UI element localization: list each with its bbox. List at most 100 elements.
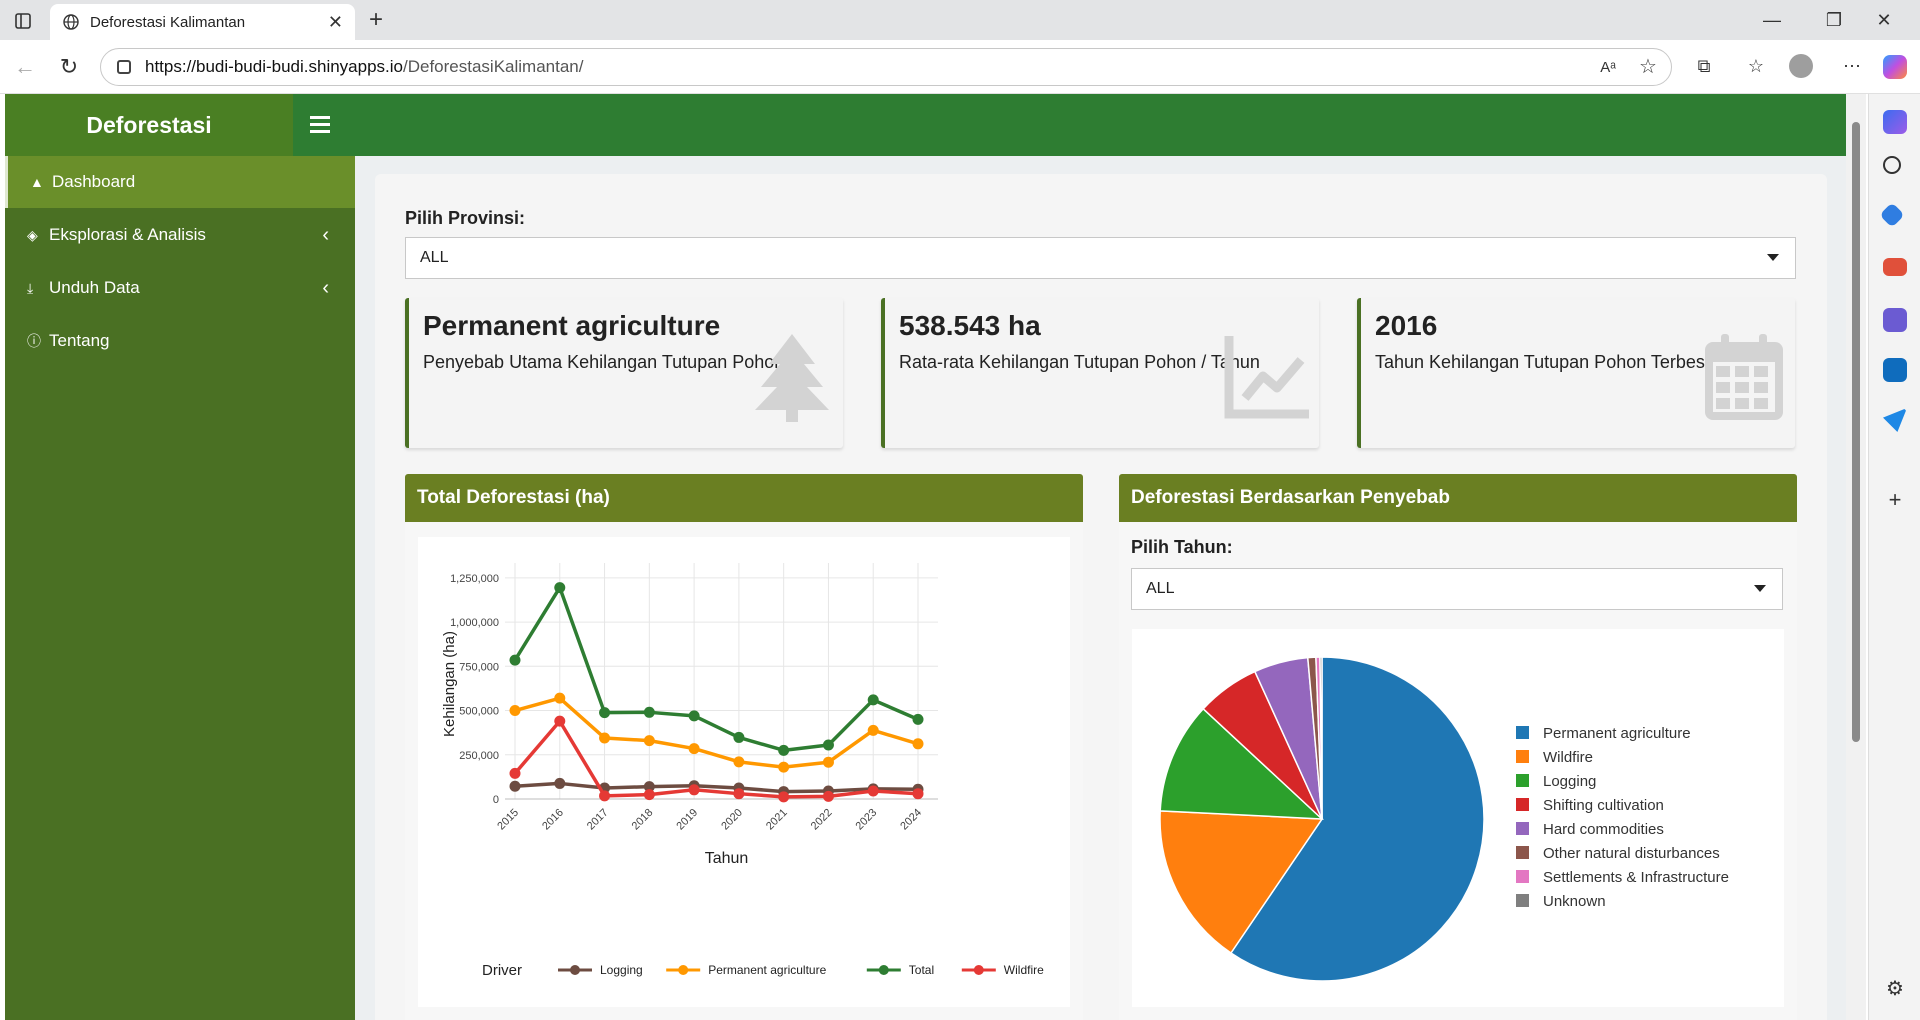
- legend-label: Wildfire: [1004, 963, 1044, 977]
- window-close-icon[interactable]: ✕: [1872, 10, 1896, 30]
- data-point: [643, 789, 655, 801]
- x-tick-label: 2016: [540, 807, 566, 833]
- new-tab-icon[interactable]: +: [364, 6, 388, 33]
- data-point: [643, 735, 655, 747]
- tab-title: Deforestasi Kalimantan: [90, 13, 246, 31]
- legend-swatch: [1516, 774, 1529, 787]
- legend-label: Wildfire: [1543, 749, 1593, 766]
- x-tick-label: 2024: [898, 807, 924, 833]
- reload-icon[interactable]: ↻: [56, 54, 82, 80]
- data-point: [554, 582, 566, 594]
- tab-close-icon[interactable]: ✕: [328, 12, 343, 33]
- toolbox-icon[interactable]: [1883, 258, 1907, 276]
- app-header: Deforestasi: [5, 94, 1846, 156]
- chevron-left-icon: ‹: [322, 223, 329, 246]
- minimize-icon[interactable]: —: [1760, 10, 1784, 30]
- data-point: [599, 707, 611, 719]
- value-box-peak-year: 2016 Tahun Kehilangan Tutupan Pohon Terb…: [1357, 298, 1795, 448]
- legend-swatch-dot: [878, 965, 889, 975]
- data-point: [822, 739, 834, 751]
- data-point: [912, 738, 924, 750]
- data-point: [778, 744, 790, 756]
- sidebar-item-eksplorasi[interactable]: ◈ Eksplorasi & Analisis ‹: [5, 209, 355, 261]
- search-icon[interactable]: [1883, 156, 1901, 174]
- value-box-subtitle: Rata-rata Kehilangan Tutupan Pohon / Tah…: [899, 352, 1260, 372]
- data-point: [509, 780, 521, 792]
- data-point: [912, 713, 924, 725]
- settings-gear-icon[interactable]: ⚙: [1883, 976, 1907, 1000]
- value-box-subtitle: Penyebab Utama Kehilangan Tutupan Pohon: [423, 352, 785, 372]
- legend-swatch: [1516, 750, 1529, 763]
- data-point: [643, 706, 655, 718]
- scrollbar-thumb[interactable]: [1852, 122, 1860, 742]
- panel-title: Deforestasi Berdasarkan Penyebab: [1119, 474, 1797, 522]
- tahun-label: Pilih Tahun:: [1131, 537, 1233, 557]
- data-point: [822, 790, 834, 802]
- legend-label: Logging: [600, 963, 643, 977]
- provinsi-select[interactable]: ALL: [405, 237, 1796, 279]
- url-host: https://budi-budi-budi.shinyapps.io: [145, 57, 403, 76]
- data-point: [599, 732, 611, 744]
- browser-tab[interactable]: Deforestasi Kalimantan ✕: [50, 4, 355, 40]
- y-tick-label: 1,250,000: [450, 573, 499, 585]
- dashboard-icon: ▲: [30, 174, 44, 190]
- data-point: [733, 731, 745, 743]
- outlook-icon[interactable]: [1883, 358, 1907, 382]
- legend-label: Permanent agriculture: [1543, 725, 1691, 742]
- add-icon[interactable]: +: [1883, 487, 1907, 512]
- data-point: [554, 692, 566, 704]
- chevron-down-icon: [1754, 585, 1766, 592]
- sidebar-item-label: Dashboard: [52, 172, 136, 191]
- url-bar[interactable]: https://budi-budi-budi.shinyapps.io/Defo…: [100, 48, 1672, 86]
- y-tick-label: 500,000: [459, 706, 499, 718]
- legend-label: Total: [909, 963, 934, 977]
- y-tick-label: 1,000,000: [450, 617, 499, 629]
- tahun-select[interactable]: ALL: [1131, 568, 1783, 610]
- legend-swatch: [1516, 870, 1529, 883]
- data-point: [509, 767, 521, 779]
- sidebar-item-unduh-data[interactable]: ⤓ Unduh Data ‹: [5, 262, 355, 314]
- y-tick-label: 750,000: [459, 661, 499, 673]
- sidebar-toggle-icon[interactable]: [310, 112, 330, 136]
- more-menu-icon[interactable]: ⋯: [1840, 54, 1864, 78]
- data-point: [733, 756, 745, 768]
- read-aloud-icon[interactable]: Aᵃ: [1596, 56, 1620, 78]
- sidebar-item-dashboard[interactable]: ▲ Dashboard: [5, 156, 355, 208]
- tab-actions-icon[interactable]: [12, 10, 34, 32]
- chevron-left-icon: ‹: [322, 276, 329, 299]
- page-scrollbar[interactable]: [1846, 94, 1866, 1020]
- site-info-icon[interactable]: [117, 60, 131, 74]
- data-point: [778, 791, 790, 803]
- restore-icon[interactable]: ❐: [1822, 10, 1846, 30]
- x-tick-label: 2015: [495, 807, 521, 833]
- value-box-value: 538.543 ha: [899, 310, 1041, 341]
- back-icon[interactable]: ←: [12, 54, 38, 80]
- send-icon[interactable]: [1883, 408, 1907, 432]
- app-sidebar: ▲ Dashboard ◈ Eksplorasi & Analisis ‹ ⤓ …: [5, 156, 355, 1020]
- legend-swatch: [1516, 798, 1529, 811]
- games-icon[interactable]: [1883, 308, 1907, 332]
- pie-chart[interactable]: Permanent agriculture Wildfire Logging Shif…: [1132, 629, 1784, 1007]
- favorites-icon[interactable]: ☆: [1744, 54, 1768, 78]
- url-path: /DeforestasiKalimantan/: [403, 57, 584, 76]
- tree-icon: [755, 334, 829, 422]
- sidebar-item-tentang[interactable]: ⓘ Tentang: [5, 315, 355, 367]
- data-point: [867, 694, 879, 706]
- app-brand[interactable]: Deforestasi: [5, 94, 293, 156]
- line-chart[interactable]: 0 250,000 500,000 750,000 1,000,000 1,250,000…: [418, 537, 1070, 1007]
- data-point: [509, 705, 521, 717]
- data-point: [912, 788, 924, 800]
- browser-tab-bar: Deforestasi Kalimantan ✕ + — ❐ ✕: [0, 0, 1920, 40]
- copilot-icon[interactable]: [1881, 53, 1909, 81]
- data-point: [778, 761, 790, 773]
- x-tick-label: 2021: [764, 807, 790, 833]
- copilot-rail-icon[interactable]: [1883, 110, 1907, 134]
- profile-avatar-icon[interactable]: [1788, 53, 1814, 79]
- tag-icon[interactable]: [1879, 202, 1905, 228]
- extensions-icon[interactable]: ⧉: [1692, 54, 1716, 78]
- download-icon: ⤓: [27, 279, 34, 296]
- calendar-icon: [1705, 334, 1783, 420]
- legend-label: Settlements & Infrastructure: [1543, 869, 1729, 886]
- favorite-star-icon[interactable]: ☆: [1636, 54, 1660, 78]
- pie-chart-panel: Deforestasi Berdasarkan Penyebab Pilih T…: [1119, 474, 1797, 1020]
